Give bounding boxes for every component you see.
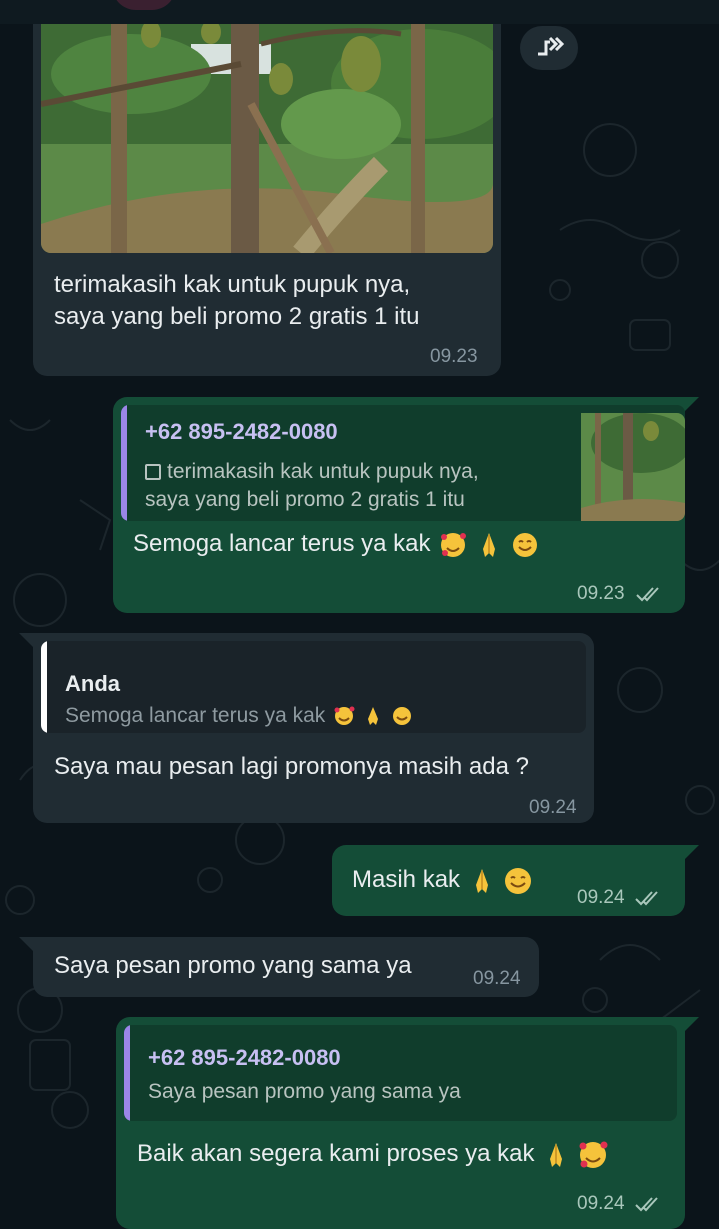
quote-bar xyxy=(41,641,47,733)
folded-hands-icon xyxy=(475,868,488,893)
folded-hands-icon xyxy=(367,707,378,726)
smiling-face-with-hearts-icon xyxy=(579,1141,608,1168)
double-check-icon xyxy=(635,891,658,906)
quote-bar xyxy=(124,1025,130,1121)
message-photo-durian-tree[interactable] xyxy=(41,24,493,253)
smiling-face-icon xyxy=(505,867,532,894)
durian-tree-image xyxy=(41,24,493,253)
message-text: Saya pesan promo yang sama ya xyxy=(54,952,412,979)
smiling-face-icon xyxy=(392,707,411,726)
quote-sender: +62 895-2482-0080 xyxy=(145,419,338,444)
folded-hands-icon xyxy=(482,532,495,557)
quote-text: Semoga lancar terus ya kak xyxy=(65,701,413,731)
message-text: terimakasih kak untuk pupuk nya, xyxy=(54,271,411,298)
message-time: 09.24 xyxy=(473,968,521,989)
message-time: 09.24 xyxy=(577,1193,625,1214)
quote-text-line: Semoga lancar terus ya kak xyxy=(65,704,326,727)
bubble-tail xyxy=(19,937,33,951)
double-check-icon xyxy=(636,587,659,602)
bubble-tail xyxy=(685,397,699,411)
smiling-face-icon xyxy=(512,532,537,557)
bubble-tail xyxy=(19,633,33,647)
message-time: 09.23 xyxy=(430,346,478,367)
message-text-content: Baik akan segera kami proses ya kak xyxy=(137,1140,535,1167)
forward-icon xyxy=(538,36,565,56)
message-text: Saya mau pesan lagi promonya masih ada ? xyxy=(54,753,529,780)
message-time: 09.24 xyxy=(577,887,625,908)
smiling-face-with-hearts-icon xyxy=(441,532,467,557)
quote-bar xyxy=(121,405,127,521)
double-check-icon xyxy=(635,1197,658,1212)
message-text-content: Masih kak xyxy=(352,866,461,893)
quote-text: Saya pesan promo yang sama ya xyxy=(148,1080,461,1103)
message-incoming[interactable]: Anda Semoga lancar terus ya kak Saya mau… xyxy=(33,633,594,823)
message-text-content: Semoga lancar terus ya kak xyxy=(133,530,431,557)
quote-text-line: saya yang beli promo 2 gratis 1 itu xyxy=(145,488,465,511)
photo-icon xyxy=(145,464,161,480)
forward-button[interactable] xyxy=(520,26,578,70)
message-outgoing[interactable]: +62 895-2482-0080 terimakasih kak untuk … xyxy=(113,397,685,613)
message-time: 09.23 xyxy=(577,583,625,604)
folded-hands-icon xyxy=(550,1142,563,1167)
quote-sender: Anda xyxy=(65,671,120,696)
message-outgoing[interactable]: Masih kak 09.24 xyxy=(332,845,685,916)
message-text: saya yang beli promo 2 gratis 1 itu xyxy=(54,303,420,330)
message-time: 09.24 xyxy=(529,797,577,818)
smiling-face-with-hearts-icon xyxy=(334,706,355,726)
quoted-message[interactable]: Anda Semoga lancar terus ya kak xyxy=(41,641,586,733)
message-incoming[interactable]: Saya pesan promo yang sama ya 09.24 xyxy=(33,937,539,997)
top-bar xyxy=(0,0,719,24)
bubble-tail xyxy=(685,845,699,859)
quote-text-line: terimakasih kak untuk pupuk nya, xyxy=(167,460,479,483)
quoted-message[interactable]: +62 895-2482-0080 Saya pesan promo yang … xyxy=(124,1025,677,1121)
message-outgoing[interactable]: +62 895-2482-0080 Saya pesan promo yang … xyxy=(116,1017,685,1229)
quoted-message[interactable]: +62 895-2482-0080 terimakasih kak untuk … xyxy=(121,405,685,521)
message-text: Baik akan segera kami proses ya kak xyxy=(137,1137,608,1171)
quote-thumbnail xyxy=(581,413,685,521)
message-text: Semoga lancar terus ya kak xyxy=(133,527,539,561)
message-text: Masih kak xyxy=(352,863,533,897)
quote-sender: +62 895-2482-0080 xyxy=(148,1045,341,1070)
quote-text: terimakasih kak untuk pupuk nya, xyxy=(145,457,479,487)
bubble-tail xyxy=(685,1017,699,1031)
